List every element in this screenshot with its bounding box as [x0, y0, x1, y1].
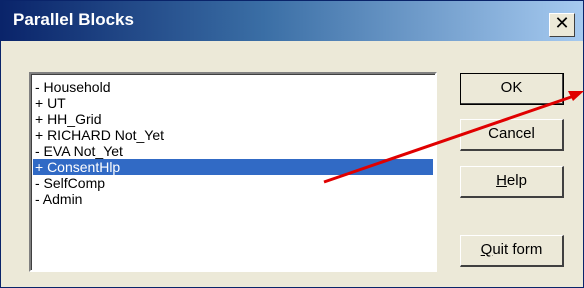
arrow-shaft: [323, 94, 575, 184]
annotation-arrow: [323, 91, 584, 184]
